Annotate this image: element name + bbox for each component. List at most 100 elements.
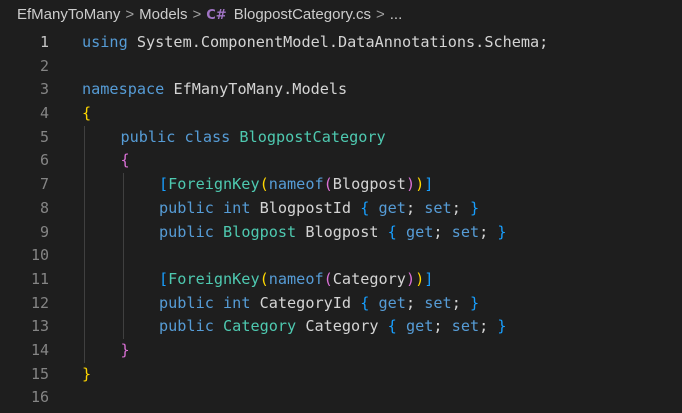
line-number: 1 <box>39 33 49 51</box>
code-token: { <box>120 151 130 170</box>
code-line[interactable]: 8 public int BlogpostId { get; set; } <box>0 197 682 221</box>
code-token: get <box>405 222 434 241</box>
code-token: Category <box>332 269 406 288</box>
code-text: } <box>121 339 130 363</box>
code-text: public int CategoryId { get; set; } <box>159 292 479 316</box>
code-token: { <box>360 198 370 217</box>
code-text: [ForeignKey(nameof(Category))] <box>159 268 433 292</box>
code-token: [ <box>159 175 169 194</box>
line-number: 7 <box>39 175 49 194</box>
code-line[interactable]: 13 public Category Category { get; set; } <box>0 315 682 339</box>
code-token: public <box>159 293 214 312</box>
line-number: 8 <box>39 198 49 217</box>
code-line[interactable]: 14} <box>0 339 682 363</box>
breadcrumb-symbols[interactable]: ... <box>390 6 403 23</box>
code-token: Blogpost <box>223 222 297 241</box>
code-token: } <box>82 364 92 383</box>
code-token: Blogpost <box>332 175 406 194</box>
code-token: [ <box>159 269 169 288</box>
code-token: ( <box>259 269 269 288</box>
code-token: ) <box>415 269 425 288</box>
line-number: 5 <box>39 127 49 146</box>
code-token: ( <box>323 175 333 194</box>
code-token: ; <box>451 198 470 217</box>
line-number: 3 <box>39 80 49 99</box>
breadcrumb: EfManyToMany > Models > C# BlogpostCategory.c… <box>0 0 682 30</box>
breadcrumb-project[interactable]: EfManyToMany <box>17 6 120 23</box>
code-token: ) <box>405 269 416 288</box>
code-token: int <box>223 293 251 312</box>
code-token: ; <box>479 222 498 241</box>
indent-guide <box>122 173 124 340</box>
code-line[interactable]: 11 [ForeignKey(nameof(Category))] <box>0 268 682 292</box>
code-token: ( <box>259 175 269 194</box>
breadcrumb-folder[interactable]: Models <box>139 6 187 23</box>
code-token: namespace <box>82 80 165 99</box>
code-text: public class BlogpostCategory <box>121 126 386 150</box>
code-text: { <box>121 149 130 173</box>
code-line[interactable]: 15} <box>0 363 682 387</box>
code-line[interactable]: 5 public class BlogpostCategory <box>0 126 682 150</box>
code-token: nameof <box>268 269 324 288</box>
code-line[interactable]: 2 <box>0 55 682 79</box>
code-area[interactable]: 1 using System.ComponentModel.DataAnnotat… <box>0 31 682 410</box>
code-line[interactable]: 12 public int CategoryId { get; set; } <box>0 292 682 316</box>
code-line[interactable]: 16 <box>0 386 682 410</box>
code-line[interactable]: 1 using System.ComponentModel.DataAnnotat… <box>0 31 682 55</box>
code-token: ) <box>405 175 416 194</box>
code-token: ; <box>405 293 425 312</box>
code-line[interactable]: 4{ <box>0 102 682 126</box>
code-token: { <box>360 293 370 312</box>
code-line[interactable]: 3 namespace EfManyToMany.Models <box>0 78 682 102</box>
code-token: set <box>424 198 452 217</box>
code-text: { <box>82 102 91 126</box>
code-token: } <box>497 222 507 241</box>
code-token: ; <box>433 317 452 336</box>
code-text: namespace EfManyToMany.Models <box>82 78 347 102</box>
code-token: ] <box>424 269 434 288</box>
line-number: 4 <box>39 104 49 123</box>
code-token: using <box>82 33 128 51</box>
breadcrumb-file[interactable]: BlogpostCategory.cs <box>234 6 371 23</box>
code-token: Blogpost <box>296 222 388 241</box>
code-token: public <box>159 317 214 336</box>
line-number: 14 <box>30 340 49 359</box>
line-number: 9 <box>39 222 49 241</box>
line-number: 12 <box>30 293 49 312</box>
chevron-right-icon: > <box>376 6 385 23</box>
code-token: public <box>159 198 214 217</box>
code-token: } <box>469 198 480 217</box>
code-token: { <box>387 317 397 336</box>
code-line[interactable]: 6{ <box>0 149 682 173</box>
code-token: ForeignKey <box>168 269 260 288</box>
code-token: set <box>424 293 452 312</box>
code-editor[interactable]: EfManyToMany > Models > C# BlogpostCategory.c… <box>0 0 682 413</box>
code-line[interactable]: 7 [ForeignKey(nameof(Blogpost))] <box>0 173 682 197</box>
line-number: 16 <box>30 388 49 407</box>
code-token: ; <box>451 293 470 312</box>
line-number: 2 <box>39 56 49 75</box>
chevron-right-icon: > <box>125 6 135 23</box>
code-token: } <box>497 317 507 336</box>
code-token: } <box>469 293 480 312</box>
line-number: 13 <box>30 317 49 336</box>
code-token: ; <box>479 317 498 336</box>
code-line[interactable]: 9 public Blogpost Blogpost { get; set; } <box>0 221 682 245</box>
code-token: BlogpostId <box>250 198 361 217</box>
code-token: BlogpostCategory <box>239 127 386 146</box>
code-text: [ForeignKey(nameof(Blogpost))] <box>159 173 433 197</box>
code-token: set <box>451 222 480 241</box>
line-number: 11 <box>30 269 49 288</box>
code-text: public Category Category { get; set; } <box>159 315 507 339</box>
code-line[interactable]: 10 <box>0 244 682 268</box>
code-token: EfManyToMany.Models <box>164 80 348 99</box>
